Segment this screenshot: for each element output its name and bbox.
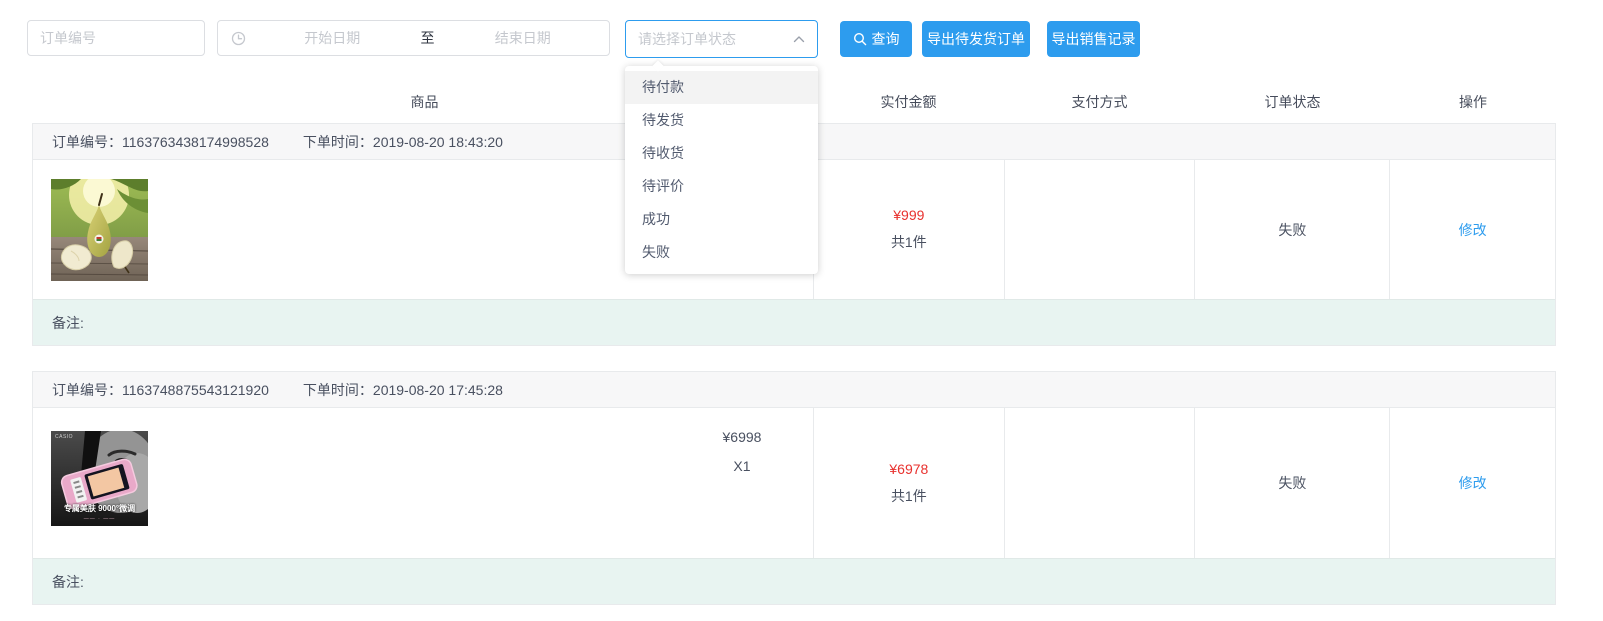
status-cell: 失败 xyxy=(1194,160,1389,299)
header-action: 操作 xyxy=(1390,92,1556,112)
status-select-placeholder: 请选择订单状态 xyxy=(626,29,793,49)
remark-row: 备注: xyxy=(33,558,1555,604)
image-brand-text: CASIO xyxy=(55,434,73,440)
chevron-up-icon xyxy=(793,35,805,43)
order-status: 失败 xyxy=(1278,220,1306,240)
header-amount: 实付金额 xyxy=(813,92,1004,112)
status-option-pending-shipment[interactable]: 待发货 xyxy=(625,104,818,137)
order-time: 下单时间：2019-08-20 18:43:20 xyxy=(303,132,503,152)
order-status: 失败 xyxy=(1278,473,1306,493)
dropdown-arrow xyxy=(652,60,663,71)
date-range-picker[interactable]: 开始日期 至 结束日期 xyxy=(217,20,610,56)
order-card: 订单编号：1163748875543121920 下单时间：2019-08-20… xyxy=(32,371,1556,605)
status-dropdown-panel: 待付款 待发货 待收货 待评价 成功 失败 xyxy=(625,66,818,274)
quantity: X1 xyxy=(699,456,785,476)
export-sales-records-button[interactable]: 导出销售记录 xyxy=(1047,21,1140,57)
status-cell: 失败 xyxy=(1194,408,1389,558)
header-payment: 支付方式 xyxy=(1004,92,1195,112)
image-caption-text: 专属美肤 9000°微调 xyxy=(51,503,148,514)
camera-product-photo: CASIO 专属美肤 9000°微调 —— · —— xyxy=(51,431,148,526)
unit-price-block: ¥6998 X1 xyxy=(699,427,785,476)
item-count: 共1件 xyxy=(891,232,927,252)
order-status-select[interactable]: 请选择订单状态 xyxy=(625,20,818,58)
order-row: CASIO 专属美肤 9000°微调 —— · —— ¥6998 X1 ¥697… xyxy=(33,408,1555,558)
remark-label: 备注: xyxy=(52,572,84,592)
modify-link[interactable]: 修改 xyxy=(1459,220,1487,240)
amount-cell: ¥6978 共1件 xyxy=(813,408,1004,558)
action-cell: 修改 xyxy=(1389,160,1555,299)
image-subline-decoration: —— · —— xyxy=(51,516,148,522)
order-number-input[interactable] xyxy=(27,20,205,56)
status-option-failed[interactable]: 失败 xyxy=(625,236,818,269)
payment-cell xyxy=(1004,408,1195,558)
remark-row: 备注: xyxy=(33,299,1555,345)
order-time: 下单时间：2019-08-20 17:45:28 xyxy=(303,380,503,400)
start-date-placeholder[interactable]: 开始日期 xyxy=(246,28,419,48)
remark-label: 备注: xyxy=(52,313,84,333)
order-card-header: 订单编号：1163748875543121920 下单时间：2019-08-20… xyxy=(33,372,1555,408)
status-option-pending-review[interactable]: 待评价 xyxy=(625,170,818,203)
pear-product-photo xyxy=(51,179,148,281)
modify-link[interactable]: 修改 xyxy=(1459,473,1487,493)
header-status: 订单状态 xyxy=(1195,92,1390,112)
order-management-page: 开始日期 至 结束日期 请选择订单状态 查询 导出待发货订单 导出销售记录 商品… xyxy=(0,0,1603,621)
clock-icon xyxy=(231,31,246,46)
item-count: 共1件 xyxy=(891,486,927,506)
search-button[interactable]: 查询 xyxy=(840,21,912,57)
end-date-placeholder[interactable]: 结束日期 xyxy=(437,28,610,48)
paid-amount: ¥999 xyxy=(893,207,924,223)
product-cell: CASIO 专属美肤 9000°微调 —— · —— ¥6998 X1 xyxy=(33,408,813,558)
paid-amount: ¥6978 xyxy=(889,461,928,477)
order-number: 订单编号：1163763438174998528 xyxy=(52,132,269,152)
search-button-label: 查询 xyxy=(872,29,900,49)
status-option-pending-payment[interactable]: 待付款 xyxy=(625,71,818,104)
action-cell: 修改 xyxy=(1389,408,1555,558)
search-icon xyxy=(853,32,867,46)
status-option-success[interactable]: 成功 xyxy=(625,203,818,236)
status-option-pending-receipt[interactable]: 待收货 xyxy=(625,137,818,170)
export-pending-orders-button[interactable]: 导出待发货订单 xyxy=(922,21,1030,57)
payment-cell xyxy=(1004,160,1195,299)
unit-price: ¥6998 xyxy=(699,427,785,447)
amount-cell: ¥999 共1件 xyxy=(813,160,1004,299)
order-number: 订单编号：1163748875543121920 xyxy=(52,380,269,400)
date-range-separator: 至 xyxy=(419,28,437,48)
